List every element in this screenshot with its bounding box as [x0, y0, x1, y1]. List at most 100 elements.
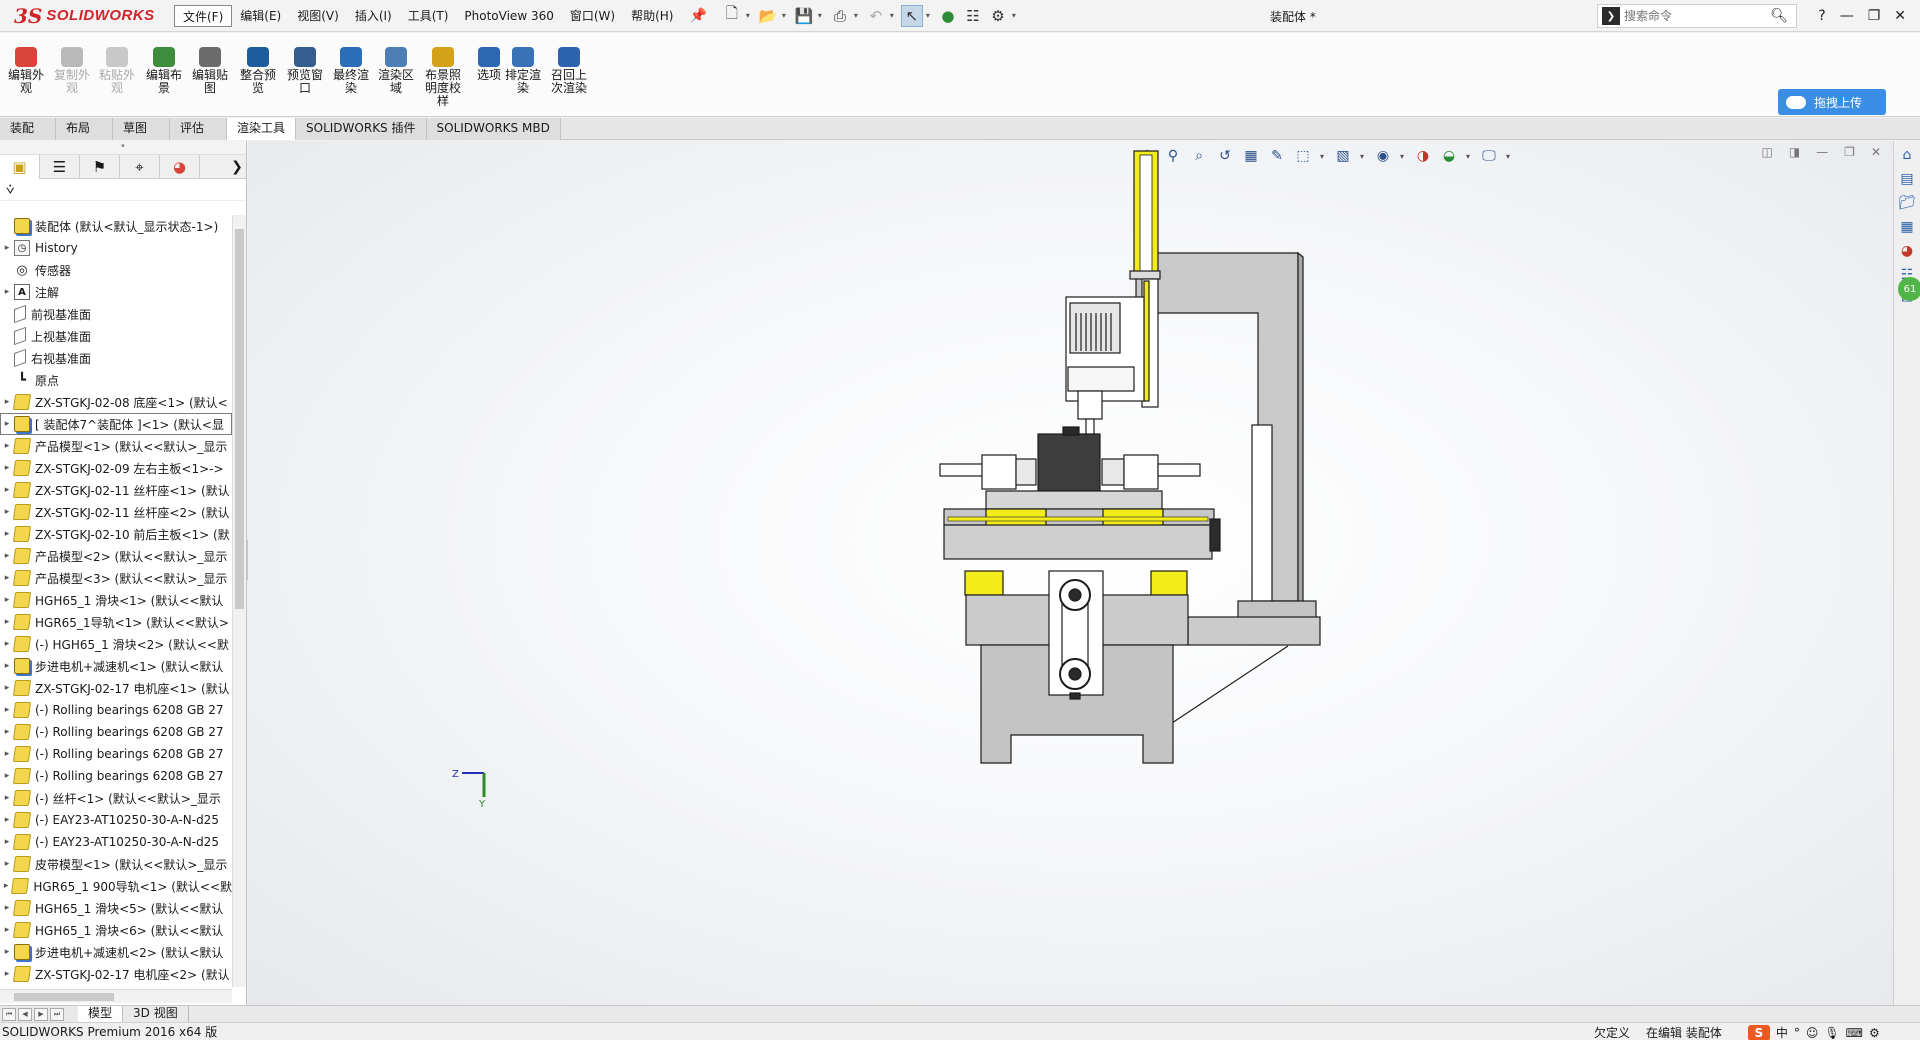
displaymanager-tab-icon[interactable]: ◕: [160, 154, 200, 179]
rebuild-traffic-light-icon[interactable]: ●: [937, 5, 959, 27]
tree-item[interactable]: ▸ (-) Rolling bearings 6208 GB 27: [0, 743, 232, 765]
tree-item[interactable]: ▸ (-) EAY23-AT10250-30-A-N-d25: [0, 831, 232, 853]
expand-arrow-icon[interactable]: ▸: [0, 441, 14, 451]
expand-arrow-icon[interactable]: ▸: [0, 529, 14, 539]
dimxpert-tab-icon[interactable]: ⌖: [120, 154, 160, 179]
configurationmanager-tab-icon[interactable]: ⚑: [80, 154, 120, 179]
propertymanager-tab-icon[interactable]: ☰: [40, 154, 80, 179]
tab-layout[interactable]: 布局: [56, 118, 113, 140]
expand-arrow-icon[interactable]: ▸: [0, 573, 14, 583]
tree-item[interactable]: ▸ ZX-STGKJ-02-17 电机座<1> (默认: [0, 677, 232, 699]
sogou-ime-icon[interactable]: S: [1747, 1024, 1770, 1040]
tree-item[interactable]: ▸ ◷ History: [0, 237, 232, 259]
solidworks-logo[interactable]: 3S SOLIDWORKS: [0, 0, 160, 32]
tree-vertical-scrollbar[interactable]: [232, 215, 246, 987]
menu-tools[interactable]: 工具(T): [400, 5, 457, 27]
pin-icon[interactable]: 📌: [689, 8, 706, 24]
tab-model[interactable]: 模型: [78, 1006, 124, 1022]
menu-window[interactable]: 窗口(W): [562, 5, 623, 27]
microphone-icon[interactable]: 🎙︎: [1824, 1026, 1839, 1040]
menu-view[interactable]: 视图(V): [289, 5, 347, 27]
notification-badge[interactable]: 61: [1898, 277, 1920, 301]
next-tab-icon[interactable]: ▶: [34, 1007, 48, 1021]
chevron-down-icon[interactable]: ▾: [1012, 11, 1020, 20]
tab-render-tools[interactable]: 渲染工具: [227, 118, 297, 140]
close-icon[interactable]: ✕: [1894, 8, 1906, 24]
expand-arrow-icon[interactable]: ▸: [0, 969, 14, 979]
first-tab-icon[interactable]: ⏮: [2, 1007, 16, 1021]
panel-grip-handle[interactable]: •: [0, 141, 246, 155]
menu-insert[interactable]: 插入(I): [347, 5, 400, 27]
emoji-icon[interactable]: ☺: [1806, 1026, 1819, 1040]
tree-item[interactable]: ▸ (-) 丝杆<1> (默认<<默认>_显示: [0, 787, 232, 809]
open-folder-icon[interactable]: 📂: [757, 5, 779, 27]
file-explorer-icon[interactable]: 📁︎: [1896, 193, 1918, 213]
search-commands[interactable]: ❯ 🔍︎: [1597, 4, 1797, 28]
tree-root[interactable]: 装配体 (默认<默认_显示状态-1>): [0, 215, 232, 237]
expand-arrow-icon[interactable]: ▸: [0, 837, 14, 847]
prev-tab-icon[interactable]: ◀: [18, 1007, 32, 1021]
tree-item[interactable]: ▸ (-) Rolling bearings 6208 GB 27: [0, 721, 232, 743]
tree-item[interactable]: ▸ ZX-STGKJ-02-11 丝杆座<2> (默认: [0, 501, 232, 523]
tree-item[interactable]: ◎ 传感器: [0, 259, 232, 281]
expand-arrow-icon[interactable]: ▸: [0, 925, 14, 935]
keyboard-icon[interactable]: ⌨: [1846, 1026, 1863, 1040]
edit-appearance-button[interactable]: 编辑外观: [4, 47, 48, 95]
chevron-down-icon[interactable]: ▾: [926, 11, 934, 20]
tree-item[interactable]: ▸ A 注解: [0, 281, 232, 303]
search-input[interactable]: [1624, 9, 1754, 23]
tree-item[interactable]: ▸ 皮带模型<1> (默认<<默认>_显示: [0, 853, 232, 875]
tree-item[interactable]: ▸ HGH65_1 滑块<5> (默认<<默认: [0, 897, 232, 919]
expand-arrow-icon[interactable]: ▸: [0, 683, 14, 693]
tree-item[interactable]: ▸ ZX-STGKJ-02-10 前后主板<1> (默: [0, 523, 232, 545]
options-gear-icon[interactable]: ⚙: [987, 5, 1009, 27]
undo-icon[interactable]: ↶: [865, 5, 887, 27]
preview-window-button[interactable]: 预览窗口: [283, 47, 327, 95]
menu-help[interactable]: 帮助(H): [623, 5, 681, 27]
tree-item[interactable]: ┗ 原点: [0, 369, 232, 391]
scene-illumination-proof-button[interactable]: 布景照明度校样: [421, 47, 465, 108]
tab-sketch[interactable]: 草图: [113, 118, 170, 140]
chevron-down-icon[interactable]: ▾: [746, 11, 754, 20]
tab-evaluate[interactable]: 评估: [170, 118, 227, 140]
menu-photoview[interactable]: PhotoView 360: [456, 5, 561, 27]
home-icon[interactable]: ⌂: [1896, 145, 1918, 165]
expand-arrow-icon[interactable]: ▸: [0, 463, 14, 473]
menu-file[interactable]: 文件(F): [174, 4, 233, 27]
graphics-area[interactable]: ⬍ ⚲ ⌕ ↺ ▦ ✎ ⬚▾ ▧▾ ◉▾ ◑ ◒▾ 🖵︎▾ ◫ ◨ — ❐ ✕: [248, 141, 1893, 1005]
expand-arrow-icon[interactable]: ▸: [0, 595, 14, 605]
expand-arrow-icon[interactable]: ▸: [0, 859, 14, 869]
expand-arrow-icon[interactable]: ▸: [0, 287, 14, 297]
final-render-button[interactable]: 最终渲染: [329, 47, 373, 95]
expand-arrow-icon[interactable]: ▸: [0, 661, 14, 671]
ime-toolbar[interactable]: S 中 ° ☺ 🎙︎ ⌨ ⚙: [1747, 1024, 1880, 1040]
expand-arrow-icon[interactable]: ▸: [0, 551, 14, 561]
cloud-upload-button[interactable]: 拖拽上传: [1778, 89, 1886, 115]
expand-arrow-icon[interactable]: ▸: [0, 243, 14, 253]
save-icon[interactable]: 💾: [793, 5, 815, 27]
tree-item[interactable]: ▸ (-) EAY23-AT10250-30-A-N-d25: [0, 809, 232, 831]
expand-arrow-icon[interactable]: ▸: [0, 727, 14, 737]
chevron-right-icon[interactable]: ❯: [228, 159, 246, 175]
copy-appearance-button[interactable]: 复制外观: [50, 47, 94, 95]
chevron-down-icon[interactable]: ▾: [818, 11, 826, 20]
chevron-down-icon[interactable]: ▾: [890, 11, 898, 20]
recall-last-render-button[interactable]: 召回上次渲染: [547, 47, 591, 95]
tab-solidworks-addins[interactable]: SOLIDWORKS 插件: [296, 118, 427, 140]
expand-arrow-icon[interactable]: ▸: [0, 749, 14, 759]
expand-arrow-icon[interactable]: ▸: [0, 397, 14, 407]
expand-arrow-icon[interactable]: ▸: [0, 771, 14, 781]
tree-item[interactable]: ▸ ZX-STGKJ-02-09 左右主板<1>->: [0, 457, 232, 479]
tab-solidworks-mbd[interactable]: SOLIDWORKS MBD: [426, 118, 561, 140]
menu-edit[interactable]: 编辑(E): [232, 5, 289, 27]
tree-item[interactable]: ▸ HGH65_1 滑块<6> (默认<<默认: [0, 919, 232, 941]
tree-item[interactable]: ▸ (-) HGH65_1 滑块<2> (默认<<默: [0, 633, 232, 655]
punctuation-icon[interactable]: °: [1794, 1026, 1800, 1040]
ime-more-icon[interactable]: ⚙: [1869, 1026, 1880, 1040]
tree-item[interactable]: 右视基准面: [0, 347, 232, 369]
filter-icon[interactable]: ⩒: [6, 182, 15, 198]
tab-3d-views[interactable]: 3D 视图: [123, 1006, 189, 1022]
help-button[interactable]: ?: [1818, 8, 1825, 24]
tree-item[interactable]: ▸ 产品模型<3> (默认<<默认>_显示: [0, 567, 232, 589]
tree-item[interactable]: ▸ (-) Rolling bearings 6208 GB 27: [0, 699, 232, 721]
